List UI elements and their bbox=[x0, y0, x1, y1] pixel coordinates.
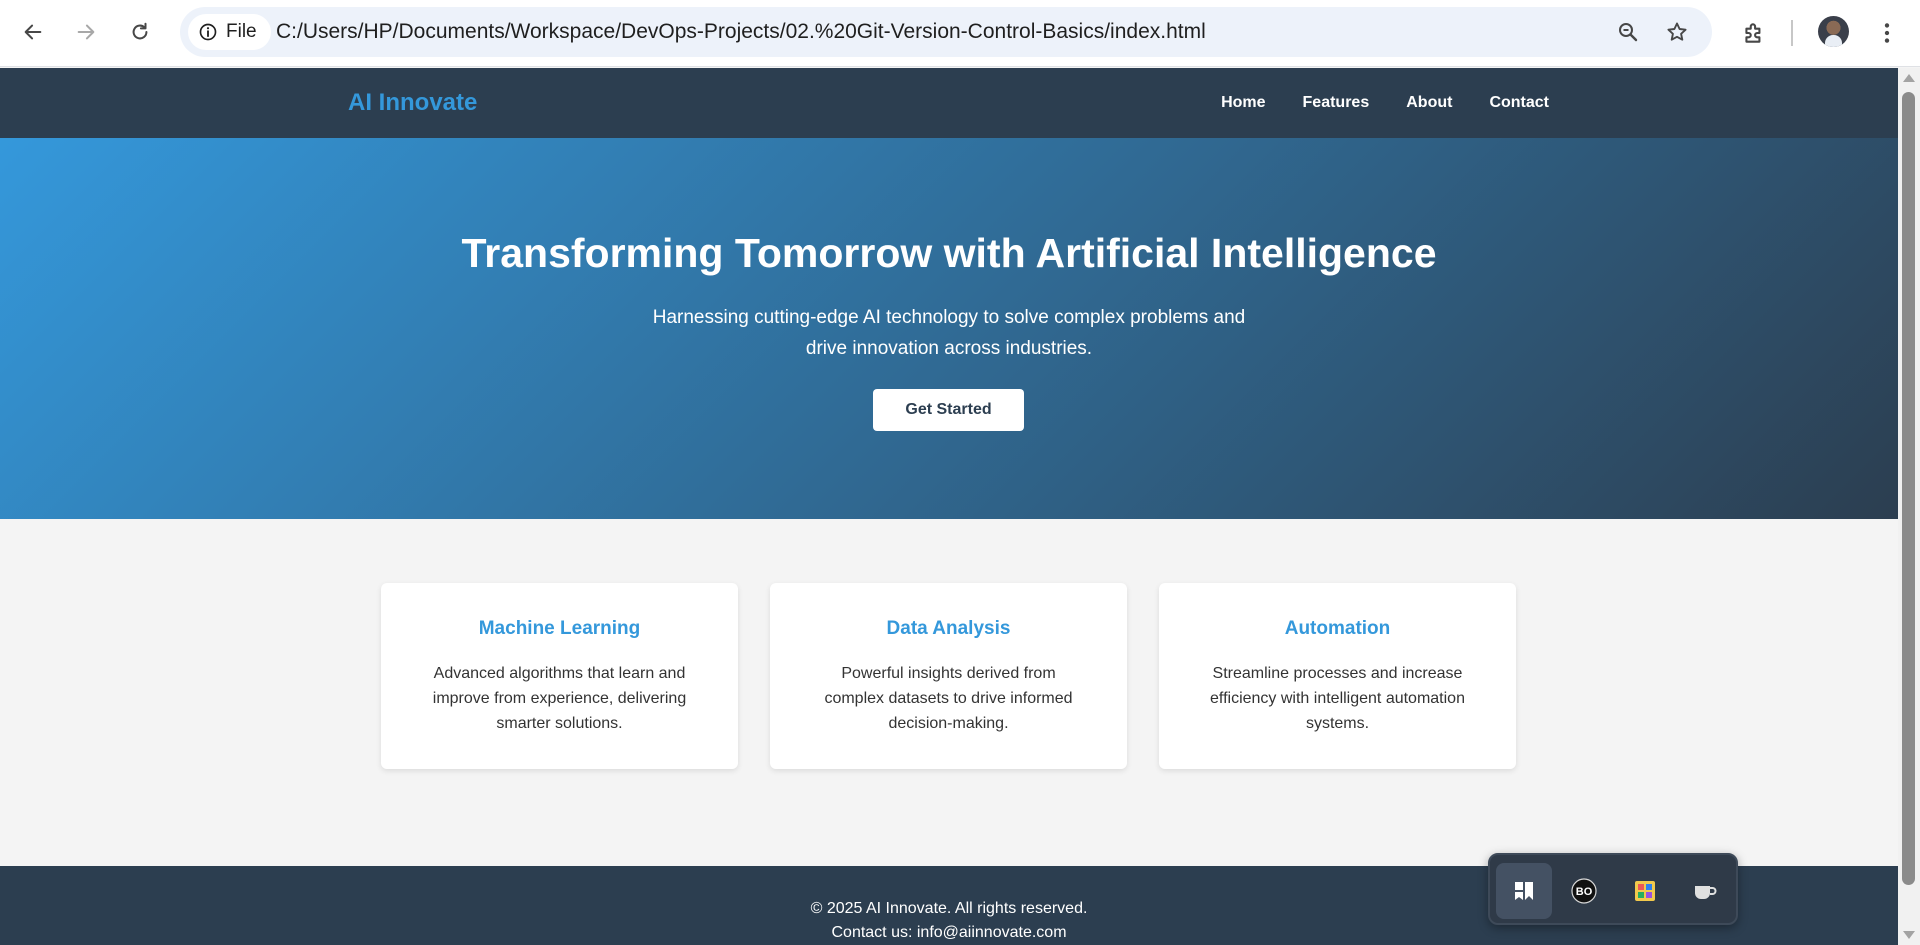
tray-item-bo-app[interactable]: BO bbox=[1556, 863, 1612, 919]
get-started-button[interactable]: Get Started bbox=[873, 389, 1024, 431]
site-nav: Home Features About Contact bbox=[1221, 68, 1549, 138]
site-info-chip[interactable]: File bbox=[188, 14, 271, 50]
nav-link-about[interactable]: About bbox=[1406, 94, 1452, 112]
page-viewport: AI Innovate Home Features About Contact … bbox=[0, 68, 1898, 945]
extensions-puzzle-icon bbox=[1745, 23, 1761, 43]
feature-text: Powerful insights derived from complex d… bbox=[824, 665, 1073, 732]
scroll-up-arrow-icon[interactable] bbox=[1903, 74, 1915, 82]
scrollbar-thumb[interactable] bbox=[1902, 92, 1915, 885]
site-chip-label: File bbox=[226, 21, 257, 42]
forward-button[interactable] bbox=[68, 14, 104, 50]
bookmark-star-icon bbox=[1667, 22, 1687, 41]
footer-contact: Contact us: info@aiinnovate.com bbox=[831, 924, 1067, 941]
bo-app-icon: BO bbox=[1571, 878, 1597, 904]
floating-app-tray: BO bbox=[1488, 853, 1738, 925]
feature-text: Streamline processes and increase effici… bbox=[1210, 665, 1465, 732]
address-bar[interactable]: File C:/Users/HP/Documents/Workspace/Dev… bbox=[180, 7, 1712, 57]
back-arrow-icon bbox=[24, 24, 42, 40]
bookmark-app-icon bbox=[1515, 882, 1533, 900]
bookmark-button[interactable] bbox=[1662, 17, 1692, 47]
info-icon bbox=[199, 23, 217, 41]
coffee-cup-icon bbox=[1695, 886, 1717, 899]
browser-menu-button[interactable] bbox=[1870, 16, 1904, 50]
tray-item-bookmark-app[interactable] bbox=[1496, 863, 1552, 919]
forward-arrow-icon bbox=[77, 24, 95, 40]
hero-title: Transforming Tomorrow with Artificial In… bbox=[461, 230, 1437, 276]
site-header: AI Innovate Home Features About Contact bbox=[0, 68, 1898, 138]
zoom-button[interactable] bbox=[1613, 17, 1643, 47]
colorful-grid-app-icon bbox=[1635, 881, 1655, 901]
feature-card-machine-learning: Machine Learning Advanced algorithms tha… bbox=[381, 583, 738, 769]
reload-button[interactable] bbox=[122, 14, 158, 50]
tray-item-colorful-grid-app[interactable] bbox=[1617, 863, 1673, 919]
tray-item-coffee-app[interactable] bbox=[1677, 863, 1733, 919]
nav-link-features[interactable]: Features bbox=[1303, 94, 1370, 112]
zoom-icon bbox=[1619, 23, 1638, 42]
feature-text: Advanced algorithms that learn and impro… bbox=[432, 665, 687, 732]
reload-icon bbox=[132, 22, 148, 40]
nav-link-contact[interactable]: Contact bbox=[1489, 94, 1549, 112]
extensions-button[interactable] bbox=[1737, 16, 1771, 50]
kebab-menu-icon bbox=[1884, 23, 1890, 43]
toolbar-divider bbox=[1791, 20, 1793, 46]
profile-avatar[interactable] bbox=[1818, 16, 1849, 47]
back-button[interactable] bbox=[15, 14, 51, 50]
page-scrollbar[interactable] bbox=[1898, 68, 1920, 945]
site-logo[interactable]: AI Innovate bbox=[348, 68, 477, 138]
url-text[interactable]: C:/Users/HP/Documents/Workspace/DevOps-P… bbox=[276, 7, 1206, 57]
svg-text:BO: BO bbox=[1576, 886, 1593, 898]
feature-card-data-analysis: Data Analysis Powerful insights derived … bbox=[770, 583, 1127, 769]
hero-subtitle: Harnessing cutting-edge AI technology to… bbox=[652, 307, 1246, 359]
feature-card-automation: Automation Streamline processes and incr… bbox=[1159, 583, 1516, 769]
features-section: Machine Learning Advanced algorithms tha… bbox=[381, 583, 1517, 769]
feature-title: Machine Learning bbox=[478, 618, 641, 639]
browser-toolbar: File C:/Users/HP/Documents/Workspace/Dev… bbox=[0, 0, 1920, 67]
hero-section: Transforming Tomorrow with Artificial In… bbox=[0, 138, 1898, 519]
scroll-down-arrow-icon[interactable] bbox=[1903, 931, 1915, 939]
feature-title: Data Analysis bbox=[886, 618, 1011, 639]
feature-title: Automation bbox=[1284, 618, 1391, 639]
nav-link-home[interactable]: Home bbox=[1221, 94, 1265, 112]
